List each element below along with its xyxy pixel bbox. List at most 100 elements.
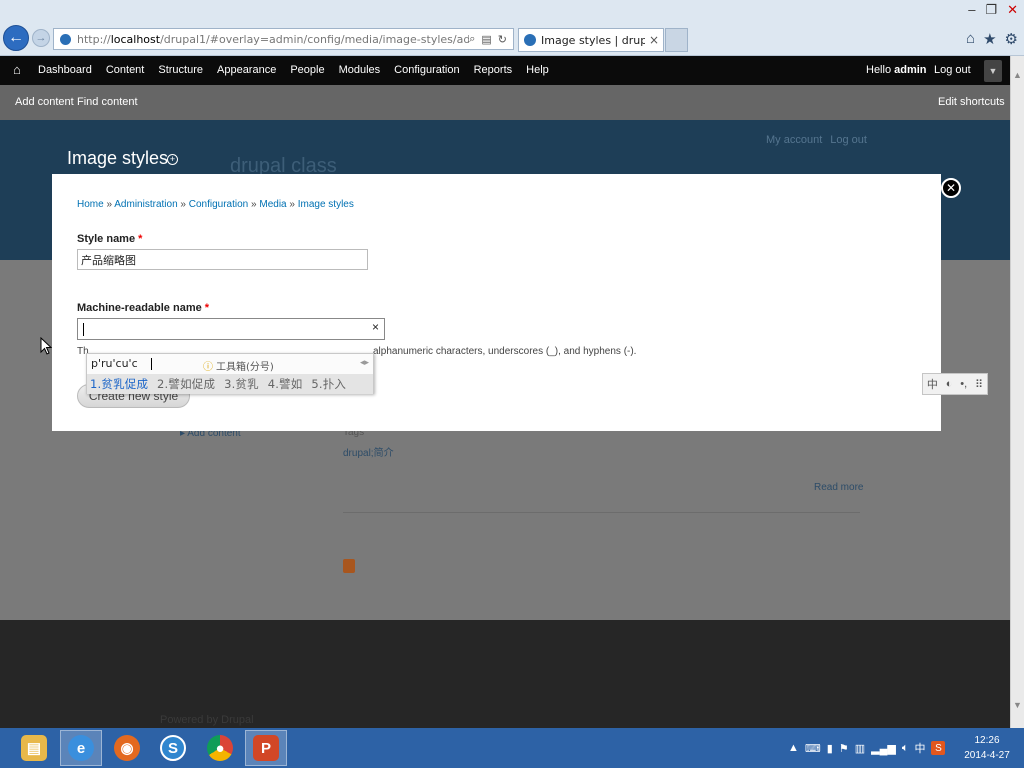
required-marker: * [204,302,210,314]
taskbar-app[interactable]: e [60,730,102,766]
ime-keyboard-icon[interactable]: ⠿ [975,378,983,391]
ime-chinese-mode-icon[interactable]: 中 [927,376,938,392]
taskbar-app[interactable]: ▤ [13,730,55,766]
machine-name-description: alphanumeric characters, underscores (_)… [373,346,637,357]
file-explorer-icon: ▤ [21,735,47,761]
style-name-input[interactable]: 产品缩略图 [77,249,368,270]
address-bar[interactable]: http://localhost/drupal1/#overlay=admin/… [53,28,514,50]
ime-candidate[interactable]: 3.贫乳 [224,377,259,391]
drupal-favicon-icon [524,34,536,46]
close-window-button[interactable]: ✕ [1007,2,1018,18]
home-icon[interactable]: ⌂ [966,30,975,48]
forward-button[interactable]: → [32,29,50,47]
overlay-title: Image styles [67,148,169,168]
menu-item-people[interactable]: People [290,64,324,76]
tab-close-icon[interactable]: × [645,33,663,47]
toolbar-logout-link[interactable]: Log out [934,64,971,76]
menu-item-reports[interactable]: Reports [474,64,513,76]
new-tab-button[interactable] [665,28,688,52]
overlay-close-button[interactable]: ✕ [941,178,961,198]
breadcrumb-media[interactable]: Media [259,199,286,210]
address-url[interactable]: http://localhost/drupal1/#overlay=admin/… [77,33,469,46]
battery-icon[interactable]: ▮ [827,742,833,755]
chrome-icon: ● [207,735,233,761]
scroll-up-icon[interactable]: ▲ [1013,70,1022,80]
taskbar-app[interactable]: P [245,730,287,766]
breadcrumb-image-styles[interactable]: Image styles [298,199,354,210]
breadcrumb: Home » Administration » Configuration » … [77,199,354,210]
bg-tags-value[interactable]: drupal;简介 [343,444,394,459]
shortcut-find-content[interactable]: Find content [77,96,138,108]
search-icon[interactable]: ⌕ [469,33,475,46]
breadcrumb-administration[interactable]: Administration [114,199,177,210]
back-arrow-icon: ← [8,29,24,46]
gear-icon[interactable]: ⚙ [1005,30,1018,48]
ime-candidate[interactable]: 5.扑入 [311,377,346,391]
volume-icon[interactable]: 🔈︎ [902,742,909,755]
taskbar-app[interactable]: S [152,730,194,766]
ime-candidate[interactable]: 4.譬如 [268,377,303,391]
my-account-link[interactable]: My account [766,134,822,146]
ime-page-arrows-icon[interactable]: ◂▸ [360,358,369,368]
rss-icon[interactable] [343,559,355,573]
home-icon[interactable]: ⌂ [13,62,21,77]
device-icon[interactable]: ▥ [855,742,865,755]
bg-read-more-link[interactable]: Read more [814,482,863,493]
toolbar-drawer-toggle[interactable]: ▼ [984,60,1002,82]
minimize-button[interactable]: – [968,2,975,18]
required-marker: * [138,233,143,245]
menu-item-modules[interactable]: Modules [339,64,381,76]
taskbar-app[interactable]: ● [199,730,241,766]
restore-button[interactable]: ❐ [985,2,997,18]
internet-explorer-icon: e [68,735,94,761]
refresh-icon[interactable]: ↻ [498,33,507,46]
ime-toolbox-tip[interactable]: ⓘ 工具箱(分号) [203,358,274,373]
ime-full-width-icon[interactable]: ◐ [946,378,953,390]
breadcrumb-home[interactable]: Home [77,199,104,210]
scroll-down-icon[interactable]: ▼ [1013,700,1022,710]
menu-item-help[interactable]: Help [526,64,549,76]
ime-candidate[interactable]: 2.譬如促成 [157,377,215,391]
browser-chrome: ← → http://localhost/drupal1/#overlay=ad… [0,0,1024,56]
browser-tab[interactable]: Image styles | drupal class × [518,28,664,52]
show-hidden-icons[interactable]: ▲ [788,742,799,754]
taskbar-clock[interactable]: 12:26 2014-4-27 [962,733,1012,763]
ime-composition: p'ru'cu'c [91,357,138,370]
taskbar-app[interactable]: ◉ [106,730,148,766]
ime-caret [151,358,152,370]
system-tray: ▲ ⌨ ▮ ⚑ ▥ ▂▄▆ 🔈︎ 中 S [788,740,946,756]
ime-candidate[interactable]: 1.贫乳促成 [90,377,148,391]
star-icon[interactable]: ★ [983,30,996,48]
sogou-tray-icon[interactable]: S [931,741,946,755]
menu-item-appearance[interactable]: Appearance [217,64,276,76]
info-icon: ⓘ [203,362,213,373]
username-link[interactable]: admin [894,64,926,76]
machine-name-input[interactable] [77,318,385,340]
input-language-indicator[interactable]: 中 [914,740,925,756]
breadcrumb-configuration[interactable]: Configuration [189,199,248,210]
compat-view-icon[interactable]: ▤ [481,33,491,46]
clear-input-icon[interactable]: × [372,320,379,334]
menu-item-structure[interactable]: Structure [158,64,203,76]
back-button[interactable]: ← [3,25,29,51]
forward-arrow-icon: → [35,32,47,44]
admin-toolbar: ⌂ Dashboard Content Structure Appearance… [0,56,1010,85]
menu-item-configuration[interactable]: Configuration [394,64,459,76]
ime-punctuation-icon[interactable]: •, [960,378,967,390]
header-logout-link[interactable]: Log out [830,134,867,146]
footer [0,620,1010,728]
edit-shortcuts-link[interactable]: Edit shortcuts [938,96,1005,108]
menu-item-dashboard[interactable]: Dashboard [38,64,92,76]
network-icon[interactable]: ▂▄▆ [871,742,896,755]
window-controls: – ❐ ✕ [968,2,1018,18]
header-links: My account Log out [766,134,875,146]
page-scrollbar[interactable]: ▲ ▼ [1010,56,1024,728]
menu-item-content[interactable]: Content [106,64,145,76]
ime-tray-icon[interactable]: ⌨ [805,742,821,755]
user-greeting: Hello admin [866,64,927,76]
add-shortcut-icon[interactable]: + [167,154,178,165]
shortcut-add-content[interactable]: Add content [15,96,74,108]
divider [343,512,860,513]
action-center-flag-icon[interactable]: ⚑ [839,742,849,755]
browser-tools: ⌂ ★ ⚙ [966,30,1018,48]
